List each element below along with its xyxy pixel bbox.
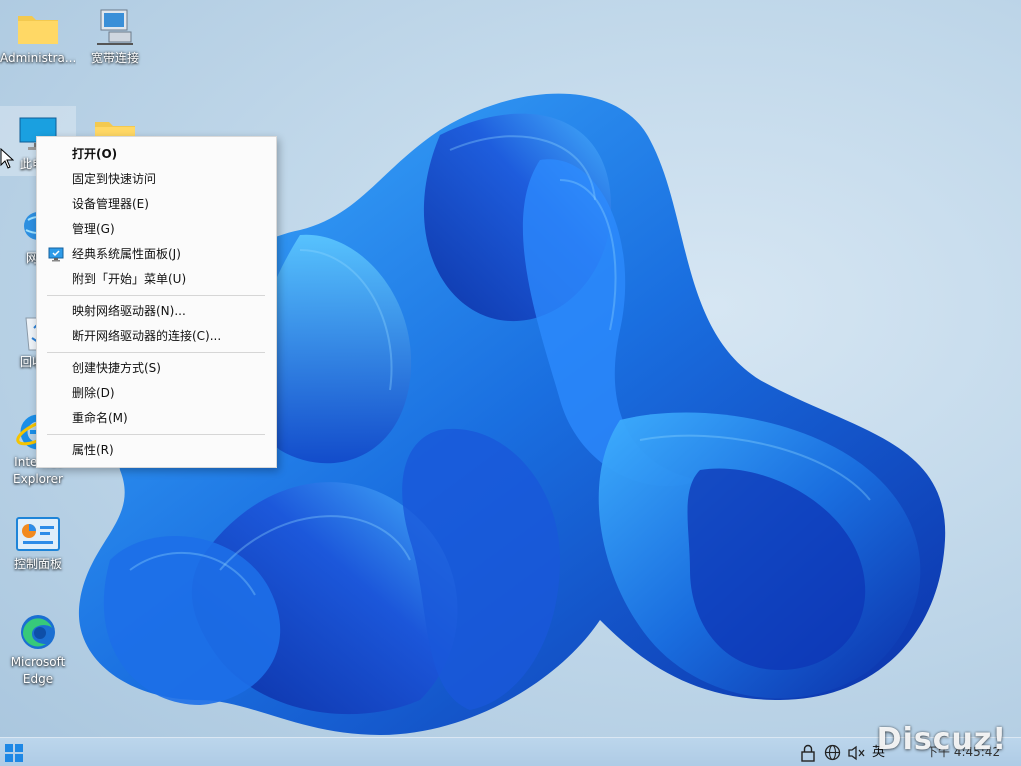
lock-icon [801,744,815,762]
menu-item-label: 创建快捷方式(S) [72,361,161,375]
menu-item-label: 断开网络驱动器的连接(C)... [72,329,222,343]
globe-icon [824,744,841,761]
menu-item-label: 打开(O) [72,147,118,161]
start-button[interactable] [4,738,28,766]
menu-item-label: 附到「开始」菜单(U) [72,272,187,286]
menu-separator [47,295,265,296]
tray-network-icon[interactable] [824,738,844,766]
menu-separator [47,352,265,353]
watermark: Discuz! [876,722,1007,757]
menu-item-properties[interactable]: 属性(R) [37,438,276,462]
desktop-icon-label: Administra... [0,51,76,65]
menu-item-pin-quick-access[interactable]: 固定到快速访问 [37,167,276,191]
menu-item-label: 删除(D) [72,386,115,400]
menu-item-open[interactable]: 打开(O) [37,142,276,166]
menu-item-pin-to-start[interactable]: 附到「开始」菜单(U) [37,267,276,291]
menu-item-label: 映射网络驱动器(N)... [72,304,186,318]
menu-separator [47,434,265,435]
control-panel-icon [14,514,62,554]
menu-item-device-manager[interactable]: 设备管理器(E) [37,192,276,216]
menu-item-disconnect-network-drive[interactable]: 断开网络驱动器的连接(C)... [37,324,276,348]
menu-item-label: 管理(G) [72,222,115,236]
menu-item-label: 固定到快速访问 [72,172,157,186]
desktop[interactable]: Administra... 宽带连接 此电脑 网络 回收站 I [0,0,1021,766]
desktop-icon-broadband[interactable]: 宽带连接 [77,0,153,67]
desktop-icon-label: 宽带连接 [90,51,139,65]
tray-security-icon[interactable] [800,738,820,766]
menu-item-rename[interactable]: 重命名(M) [37,406,276,430]
desktop-icon-label: Microsoft Edge [10,655,66,686]
system-properties-icon [48,247,64,262]
windows-logo-icon [5,744,23,762]
folder-icon [14,8,62,48]
menu-item-label: 属性(R) [72,443,114,457]
network-computer-icon [91,8,139,48]
menu-item-label: 经典系统属性面板(J) [72,247,181,261]
menu-item-label: 设备管理器(E) [72,197,149,211]
edge-icon [14,612,62,652]
desktop-icon-administrator[interactable]: Administra... [0,0,76,67]
menu-item-manage[interactable]: 管理(G) [37,217,276,241]
menu-item-label: 重命名(M) [72,411,128,425]
speaker-muted-icon [848,745,865,761]
taskbar: 英 下午 4:45:42 [0,737,1021,766]
menu-item-delete[interactable]: 删除(D) [37,381,276,405]
mouse-cursor-icon [0,148,14,169]
menu-item-create-shortcut[interactable]: 创建快捷方式(S) [37,356,276,380]
desktop-icon-control-panel[interactable]: 控制面板 [0,506,76,573]
desktop-icon-microsoft-edge[interactable]: Microsoft Edge [0,604,76,688]
tray-volume-icon[interactable] [848,738,868,766]
desktop-icon-label: 控制面板 [13,557,62,571]
menu-item-classic-system-properties[interactable]: 经典系统属性面板(J) [37,242,276,266]
context-menu: 打开(O) 固定到快速访问 设备管理器(E) 管理(G) 经典系统属性面板(J)… [36,136,277,468]
menu-item-map-network-drive[interactable]: 映射网络驱动器(N)... [37,299,276,323]
